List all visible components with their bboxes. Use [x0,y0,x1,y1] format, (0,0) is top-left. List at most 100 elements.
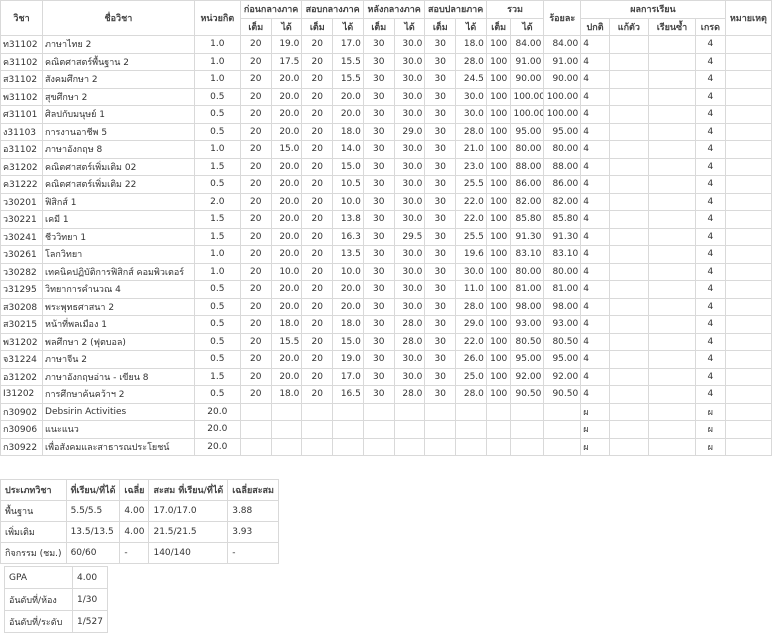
cell-code: ก30922 [0,437,44,456]
cell-credit: 1.5 [193,367,241,386]
cell-before-got: 20.0 [270,157,303,176]
cell-mid-full: 20 [301,367,334,386]
cell-percent: 83.10 [543,245,582,264]
cell-mid-got [332,437,364,456]
cell-final-got: 22.0 [455,210,487,229]
cell-grade: 4 [695,70,726,89]
cell-name: พระพุทธศาสนา 2 [42,297,195,316]
cell-mid-got: 13.8 [332,210,364,229]
cell-total-full: 100 [485,315,512,334]
cell-code: ส30208 [0,297,44,316]
cell-before-got: 20.0 [270,105,303,124]
cell-total-full [485,402,512,421]
cell-credit: 1.0 [193,35,241,54]
cell-normal: ผ [580,402,610,421]
cell-grade: 4 [695,367,726,386]
cell-total-full: 100 [485,262,512,281]
cell-code: อ31102 [0,140,44,159]
cell-retake [647,297,697,316]
cell-before-full: 20 [239,332,272,351]
cell-code: ก30902 [0,402,44,421]
table-row: ก30906 แนะแนว 20.0 ผ ผ [0,420,773,439]
cell-after-full: 30 [362,332,395,351]
cell-retake [647,280,697,299]
cell-total-got: 91.00 [510,52,545,71]
cell-total-got: 80.00 [510,140,545,159]
cell-percent: 80.50 [543,332,582,351]
subheader-full: เต็ม [301,17,334,36]
cell-before-got: 20.0 [270,192,303,211]
subheader-got: ได้ [270,17,303,36]
cell-total-got [510,420,545,439]
cell-normal: 4 [580,122,610,141]
cell-normal: 4 [580,210,610,229]
summary-cell: 3.88 [227,500,279,522]
cell-credit: 1.0 [193,245,241,264]
cell-final-got: 29.0 [455,315,487,334]
cell-name: สังคมศึกษา 2 [42,70,195,89]
summary-header-row: ประเภทวิชา ที่เรียน/ที่ได้ เฉลี่ย สะสม ที่เ… [0,479,279,501]
cell-code: ค31202 [0,157,44,176]
cell-total-got: 85.80 [510,210,545,229]
cell-after-got: 30.0 [393,210,426,229]
cell-after-got: 30.0 [393,192,426,211]
cell-before-got: 20.0 [270,297,303,316]
cell-before-full: 20 [239,350,272,369]
cell-mid-full: 20 [301,227,334,246]
cell-grade: 4 [695,210,726,229]
cell-mid-got: 13.5 [332,245,364,264]
cell-mid-full: 20 [301,52,334,71]
cell-remark [724,367,773,386]
cell-grade: 4 [695,262,726,281]
cell-after-full: 30 [362,297,395,316]
cell-before-full: 20 [239,140,272,159]
cell-total-got: 90.50 [510,385,545,404]
cell-retake [647,175,697,194]
cell-before-full: 20 [239,192,272,211]
cell-after-full: 30 [362,35,395,54]
cell-before-full: 20 [239,367,272,386]
cell-retake [647,105,697,124]
subheader-full: เต็ม [424,17,457,36]
cell-code: ว31295 [0,280,44,299]
cell-total-full [485,420,512,439]
cell-after-got: 30.0 [393,350,426,369]
cell-after-got: 30.0 [393,87,426,106]
cell-total-full: 100 [485,87,512,106]
cell-total-full: 100 [485,175,512,194]
cell-name: แนะแนว [42,420,195,439]
cell-retake [647,70,697,89]
cell-percent: 84.00 [543,35,582,54]
cell-final-full: 30 [424,52,457,71]
cell-after-got: 28.0 [393,385,426,404]
cell-percent: 88.00 [543,157,582,176]
cell-final-got: 11.0 [455,280,487,299]
subheader-fix: แก้ตัว [608,17,649,36]
cell-after-full: 30 [362,157,395,176]
cell-fix [608,87,649,106]
summary-header: ที่เรียน/ที่ได้ [65,479,121,501]
cell-grade: ผ [695,420,726,439]
cell-retake [647,367,697,386]
cell-mid-full: 20 [301,332,334,351]
cell-remark [724,402,773,421]
table-row: I31202 การศึกษาค้นคว้าฯ 2 0.5 20 18.0 20 16.5 3… [0,385,773,404]
cell-before-got: 20.0 [270,245,303,264]
cell-normal: 4 [580,315,610,334]
cell-grade: 4 [695,297,726,316]
cell-final-full: 30 [424,245,457,264]
cell-code: ว30201 [0,192,44,211]
cell-remark [724,420,773,439]
cell-code: ศ31101 [0,105,44,124]
cell-after-full: 30 [362,350,395,369]
cell-final-full: 30 [424,280,457,299]
cell-total-full: 100 [485,210,512,229]
subheader-got: ได้ [510,17,545,36]
cell-code: ว30221 [0,210,44,229]
cell-grade: 4 [695,315,726,334]
cell-mid-got: 15.0 [332,332,364,351]
summary-cell: 17.0/17.0 [148,500,229,522]
cell-mid-full: 20 [301,105,334,124]
cell-remark [724,192,773,211]
cell-credit: 0.5 [193,122,241,141]
